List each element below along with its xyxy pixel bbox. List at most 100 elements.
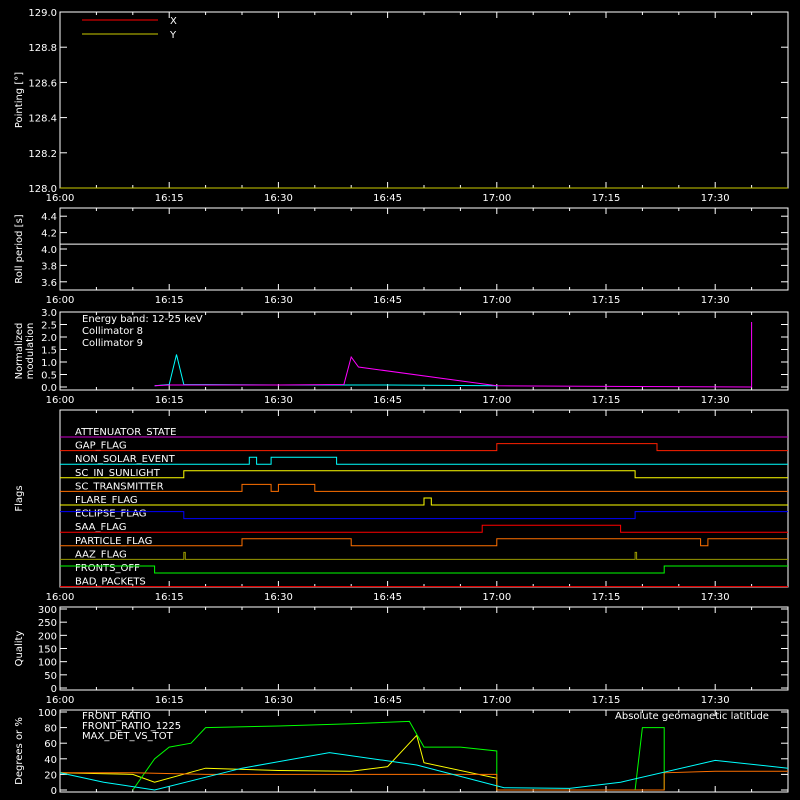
modulation-series-collimator-9	[154, 322, 753, 388]
x-tick-label: 17:00	[482, 695, 511, 706]
y-tick-label: 150	[38, 645, 57, 656]
flag-trace-sc-in-sunlight	[60, 470, 788, 479]
y-tick-label: 2.0	[41, 333, 57, 344]
ratio-series-absolute-geomagnetic-latitude	[59, 752, 789, 791]
flag-trace-eclipse-flag	[60, 511, 788, 520]
y-axis-label: Flags	[14, 485, 25, 511]
x-tick-label: 16:00	[46, 395, 75, 406]
x-tick-label: 16:15	[155, 193, 184, 204]
x-tick-label: 16:45	[373, 592, 402, 603]
y-axis-label: Normalized	[14, 323, 25, 380]
x-tick-label: 17:30	[701, 695, 730, 706]
x-tick-label: 17:15	[592, 395, 621, 406]
x-tick-label: 16:00	[46, 295, 75, 306]
flag-label: AAZ_FLAG	[75, 549, 127, 560]
y-tick-label: 100	[38, 658, 57, 669]
x-tick-label: 17:15	[592, 695, 621, 706]
legend-label: X	[170, 16, 177, 27]
y-axis-label: Degrees or %	[14, 717, 25, 785]
y-tick-label: 3.8	[41, 261, 57, 272]
x-tick-label: 17:30	[701, 395, 730, 406]
flag-label: SAA_FLAG	[75, 522, 126, 533]
y-tick-label: 1.0	[41, 358, 57, 369]
y-tick-label: 250	[38, 618, 57, 629]
legend-label: Collimator 9	[82, 338, 143, 349]
flag-label: PARTICLE_FLAG	[75, 536, 152, 547]
x-tick-label: 16:30	[264, 193, 293, 204]
y-tick-label: 4.4	[41, 212, 57, 223]
y-tick-label: 128.2	[28, 149, 57, 160]
flag-label: ECLIPSE_FLAG	[75, 509, 146, 520]
flag-trace-gap-flag	[60, 443, 788, 452]
y-tick-label: 4.2	[41, 229, 57, 240]
y-tick-label: 40	[44, 755, 57, 766]
x-tick-label: 16:15	[155, 295, 184, 306]
x-tick-label: 16:30	[264, 295, 293, 306]
legend-label: MAX_DET_VS_TOT	[82, 731, 174, 742]
x-tick-label: 17:15	[592, 295, 621, 306]
y-axis-label: Roll period [s]	[14, 214, 25, 283]
x-tick-label: 17:15	[592, 592, 621, 603]
legend-label: Collimator 8	[82, 326, 143, 337]
flag-label: BAD_PACKETS	[75, 577, 146, 588]
y-tick-label: 3.6	[41, 278, 57, 289]
flag-trace-aaz-flag	[60, 551, 788, 560]
y-tick-label: 128.4	[28, 114, 57, 125]
x-tick-label: 16:00	[46, 695, 75, 706]
legend-label: Energy band: 12-25 keV	[82, 314, 203, 325]
x-tick-label: 17:30	[701, 193, 730, 204]
y-tick-label: 200	[38, 631, 57, 642]
y-tick-label: 100	[38, 708, 57, 719]
x-tick-label: 16:00	[46, 193, 75, 204]
legend-label: Absolute geomagnetic latitude	[615, 711, 769, 722]
flag-label: SC_IN_SUNLIGHT	[75, 468, 161, 479]
x-tick-label: 17:00	[482, 592, 511, 603]
y-axis-label: Quality	[14, 631, 25, 667]
y-axis-label: Pointing [°]	[14, 72, 25, 128]
y-tick-label: 0	[51, 684, 57, 695]
y-tick-label: 2.5	[41, 321, 57, 332]
y-tick-label: 300	[38, 605, 57, 616]
y-tick-label: 20	[44, 770, 57, 781]
y-axis-label: modulation	[25, 323, 36, 380]
x-tick-label: 17:00	[482, 295, 511, 306]
y-tick-label: 4.0	[41, 245, 57, 256]
x-tick-label: 16:45	[373, 395, 402, 406]
flag-trace-fronts-off	[60, 565, 788, 574]
y-tick-label: 129.0	[28, 8, 57, 19]
y-tick-label: 60	[44, 739, 57, 750]
flag-trace-flare-flag	[60, 497, 788, 506]
x-tick-label: 16:45	[373, 295, 402, 306]
x-tick-label: 16:15	[155, 395, 184, 406]
x-tick-label: 16:30	[264, 695, 293, 706]
flag-label: GAP_FLAG	[75, 441, 127, 452]
x-tick-label: 17:00	[482, 395, 511, 406]
x-tick-label: 16:45	[373, 193, 402, 204]
x-tick-label: 17:30	[701, 592, 730, 603]
x-tick-label: 16:30	[264, 395, 293, 406]
flag-label: SC_TRANSMITTER	[75, 481, 164, 492]
y-tick-label: 80	[44, 724, 57, 735]
x-tick-label: 16:15	[155, 592, 184, 603]
modulation-series-collimator-8	[154, 354, 498, 387]
y-tick-label: 128.6	[28, 78, 57, 89]
flag-label: FRONTS_OFF	[75, 563, 140, 574]
ratio-series-front-ratio	[59, 734, 498, 790]
rhessi-quicklook-figure: 128.0128.2128.4128.6128.8129.0XYPointing…	[14, 8, 789, 797]
quality-frame	[59, 606, 789, 691]
y-tick-label: 1.5	[41, 346, 57, 357]
y-tick-label: 128.8	[28, 43, 57, 54]
x-tick-label: 16:00	[46, 592, 75, 603]
flag-trace-saa-flag	[60, 524, 788, 533]
x-tick-label: 17:15	[592, 193, 621, 204]
flag-label: FLARE_FLAG	[75, 495, 138, 506]
flag-trace-particle-flag	[60, 538, 788, 547]
flag-label: NON_SOLAR_EVENT	[75, 454, 176, 465]
y-tick-label: 0	[51, 786, 57, 797]
roll-frame	[59, 207, 789, 291]
legend-label: Y	[169, 30, 177, 41]
y-tick-label: 0.0	[41, 383, 57, 394]
flag-label: ATTENUATOR_STATE	[75, 427, 176, 438]
ratio-series-front-ratio-1225	[132, 720, 665, 791]
x-tick-label: 16:15	[155, 695, 184, 706]
